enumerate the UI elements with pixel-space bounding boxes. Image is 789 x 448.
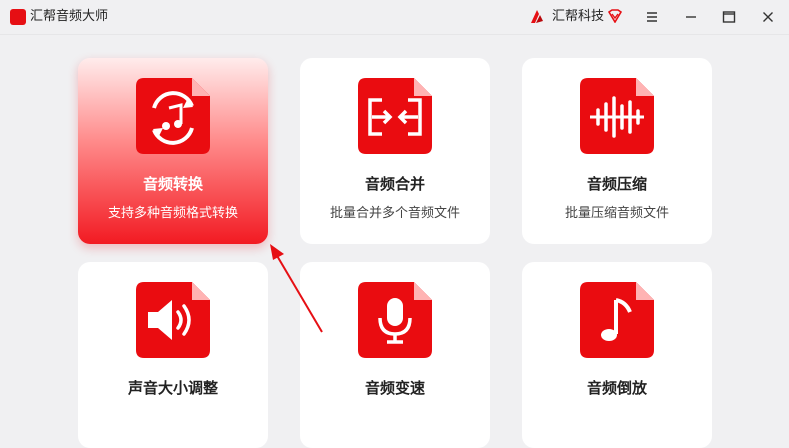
card-title: 声音大小调整 [127, 379, 218, 397]
audio-compress-icon [580, 78, 654, 154]
card-audio-merge[interactable]: 音频合并 批量合并多个音频文件 [300, 58, 490, 244]
minimize-icon[interactable] [681, 7, 701, 27]
audio-convert-icon [136, 78, 210, 154]
menu-icon[interactable] [642, 7, 662, 27]
card-volume-adjust[interactable]: 声音大小调整 [78, 262, 268, 448]
pointer-arrow-icon [270, 244, 323, 333]
audio-speed-icon [358, 282, 432, 358]
card-subtitle: 批量合并多个音频文件 [329, 206, 460, 221]
card-audio-convert[interactable]: 音频转换 支持多种音频格式转换 [78, 58, 268, 244]
card-subtitle: 批量压缩音频文件 [564, 206, 669, 221]
card-audio-compress[interactable]: 音频压缩 批量压缩音频文件 [522, 58, 712, 244]
brand-logo-icon [531, 10, 543, 23]
close-icon[interactable] [758, 7, 778, 27]
card-subtitle: 支持多种音频格式转换 [107, 206, 238, 221]
app-logo-icon [10, 9, 26, 25]
card-title: 音频压缩 [586, 175, 647, 193]
audio-reverse-icon [580, 282, 654, 358]
title-bar: 汇帮音频大师 汇帮科技 [0, 0, 789, 35]
brand-name: 汇帮科技 [552, 9, 605, 24]
card-title: 音频合并 [364, 175, 425, 193]
audio-merge-icon [358, 78, 432, 154]
maximize-icon[interactable] [719, 7, 739, 27]
card-audio-reverse[interactable]: 音频倒放 [522, 262, 712, 448]
app-title: 汇帮音频大师 [30, 9, 109, 24]
vip-badge-icon[interactable] [608, 9, 622, 23]
card-title: 音频转换 [142, 175, 203, 193]
card-title: 音频变速 [364, 379, 425, 397]
card-title: 音频倒放 [586, 379, 647, 397]
volume-adjust-icon [136, 282, 210, 358]
